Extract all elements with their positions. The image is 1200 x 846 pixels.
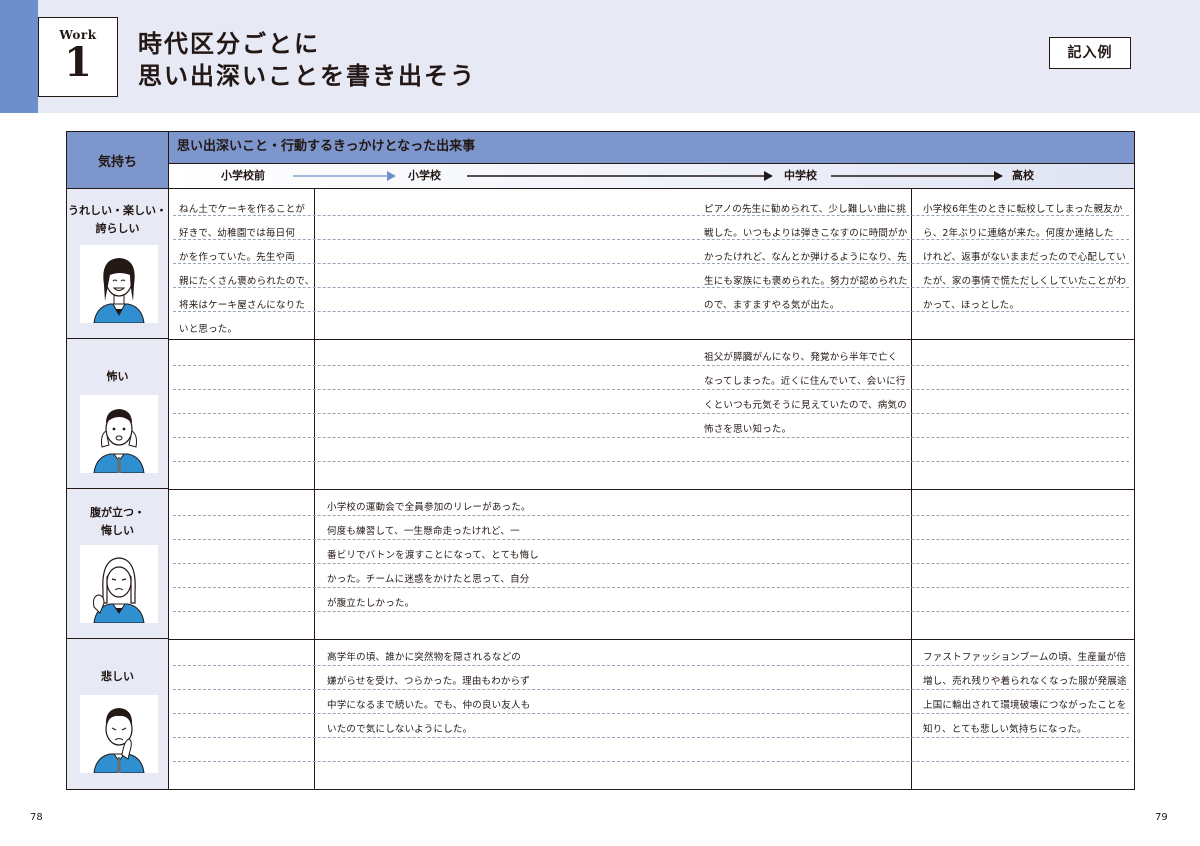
entry-line: ら、2年ぶりに連絡が来た。何度か連絡した: [923, 228, 1114, 239]
entry-line: ピアノの先生に勧められて、少し難しい曲に挑: [704, 204, 907, 215]
entry-line: 嫌がらせを受け、つらかった。理由もわからず: [327, 676, 530, 687]
entry-line: 増し、売れ残りや着られなくなった服が発展途: [923, 676, 1127, 687]
header-accent-strip: [0, 0, 38, 113]
row-divider: [169, 489, 1134, 490]
entry-line: 戦した。いつもよりは弾きこなすのに時間がか: [704, 228, 908, 239]
example-badge: 記入例: [1049, 37, 1131, 69]
entry-line: いたので気にしないようにした。: [327, 724, 473, 735]
entry-line: 中学になるまで続いた。でも、仲の良い友人も: [327, 700, 531, 711]
entry-line: なってしまった。近くに住んでいて、会いに行: [704, 376, 906, 387]
ruled-line: [173, 515, 1129, 516]
timeline-arrowhead-1: [387, 171, 396, 181]
entry-line: かった。チームに迷惑をかけたと思って、自分: [327, 574, 530, 585]
entry-line: 親にたくさん褒められたので、: [179, 276, 315, 287]
entry-line: けれど、返事がないままだったので心配してい: [923, 252, 1126, 263]
entry-line: かって、ほっとした。: [923, 300, 1020, 311]
ruled-line: [173, 413, 1129, 414]
feeling-cell-scared: 怖い: [67, 339, 169, 489]
entry-line: 将来はケーキ屋さんになりた: [179, 300, 306, 311]
scared-student-icon: [80, 395, 158, 474]
feeling-label-line: 怖い: [106, 370, 129, 383]
ruled-line: [173, 587, 1129, 588]
page-number-right: 79: [1155, 812, 1168, 823]
feeling-column-header: 気持ち: [67, 132, 169, 189]
worksheet-table: 気持ち 思い出深いこと・行動するきっかけとなった出来事 小学校前 小学校 中学校…: [66, 131, 1135, 790]
ruled-line: [173, 611, 1129, 612]
entry-line: 好きで、幼稚園では毎日何: [179, 228, 296, 239]
ruled-line: [173, 563, 1129, 564]
entry-line: 高学年の頃、誰かに突然物を隠されるなどの: [327, 652, 522, 663]
feeling-cell-happy: うれしい・楽しい・ 誇らしい: [67, 189, 169, 339]
work-number-box: Work 1: [38, 17, 118, 97]
events-column-header: 思い出深いこと・行動するきっかけとなった出来事: [169, 132, 1134, 164]
feeling-label-line: うれしい・楽しい・: [68, 204, 167, 217]
entry-line: 知り、とても悲しい気持ちになった。: [923, 724, 1087, 735]
period-high: 高校: [1012, 169, 1034, 182]
feeling-label-line: 誇らしい: [95, 222, 140, 235]
entry-line: 小学校6年生のときに転校してしまった親友か: [923, 204, 1123, 215]
feeling-label-line: 悲しい: [101, 670, 134, 683]
period-elementary: 小学校: [408, 169, 441, 182]
feeling-cell-sad: 悲しい: [67, 639, 169, 789]
entry-line: かったけれど、なんとか弾けるようになり、先: [704, 252, 907, 263]
period-preschool: 小学校前: [221, 169, 265, 182]
feeling-label-line: 悔しい: [101, 524, 134, 537]
page-number-left: 78: [30, 812, 43, 823]
frustrated-student-icon: [80, 545, 158, 624]
entry-line: ファストファッションブームの頃、生産量が倍: [923, 652, 1127, 663]
timeline-arrows: [293, 171, 1003, 181]
row-divider: [169, 339, 1134, 340]
work-number: 1: [64, 39, 92, 86]
title-line-1: 時代区分ごとに: [138, 30, 320, 58]
ruled-line: [173, 761, 1129, 762]
entry-line: たが、家の事情で慌ただしくしていたことがわ: [923, 276, 1127, 287]
entry-line: 番ビリでバトンを渡すことになって、とても悔し: [327, 550, 539, 561]
entry-line: 生にも家族にも褒められた。努力が認められた: [704, 276, 908, 287]
entry-line: ねん土でケーキを作ることが: [179, 204, 306, 215]
ruled-line: [173, 437, 1129, 438]
ruled-line: [173, 539, 1129, 540]
timeline-header: 小学校前 小学校 中学校 高校: [169, 164, 1134, 189]
title-line-2: 思い出深いことを書き出そう: [138, 62, 476, 90]
page-title: 時代区分ごとに 思い出深いことを書き出そう: [138, 28, 476, 92]
entry-line: かを作っていた。先生や両: [179, 252, 295, 263]
feeling-label-line: 腹が立つ・: [90, 506, 145, 519]
timeline-arrowhead-2: [764, 171, 773, 181]
timeline-arrowhead-3: [994, 171, 1003, 181]
entry-line: が腹立たしかった。: [327, 598, 415, 609]
period-middle: 中学校: [784, 169, 817, 182]
ruled-line: [173, 389, 1129, 390]
entry-line: 祖父が膵臓がんになり、発覚から半年で亡く: [704, 352, 898, 363]
entry-line: ので、ますますやる気が出た。: [704, 300, 840, 311]
entry-line: 上国に輸出されて環境破壊につながったことを: [923, 700, 1127, 711]
happy-student-icon: [80, 245, 158, 324]
sad-student-icon: [80, 695, 158, 774]
entry-line: 怖さを思い知った。: [704, 424, 792, 435]
row-divider: [169, 639, 1134, 640]
entry-line: 何度も練習して、一生懸命走ったけれど、一: [327, 526, 520, 537]
feeling-cell-frustrated: 腹が立つ・ 悔しい: [67, 489, 169, 639]
entry-line: 小学校の運動会で全員参加のリレーがあった。: [327, 502, 531, 513]
ruled-line: [173, 365, 1129, 366]
ruled-line: [173, 461, 1129, 462]
entry-line: くといつも元気そうに見えていたので、病気の: [704, 400, 907, 411]
entry-line: いと思った。: [179, 324, 238, 335]
